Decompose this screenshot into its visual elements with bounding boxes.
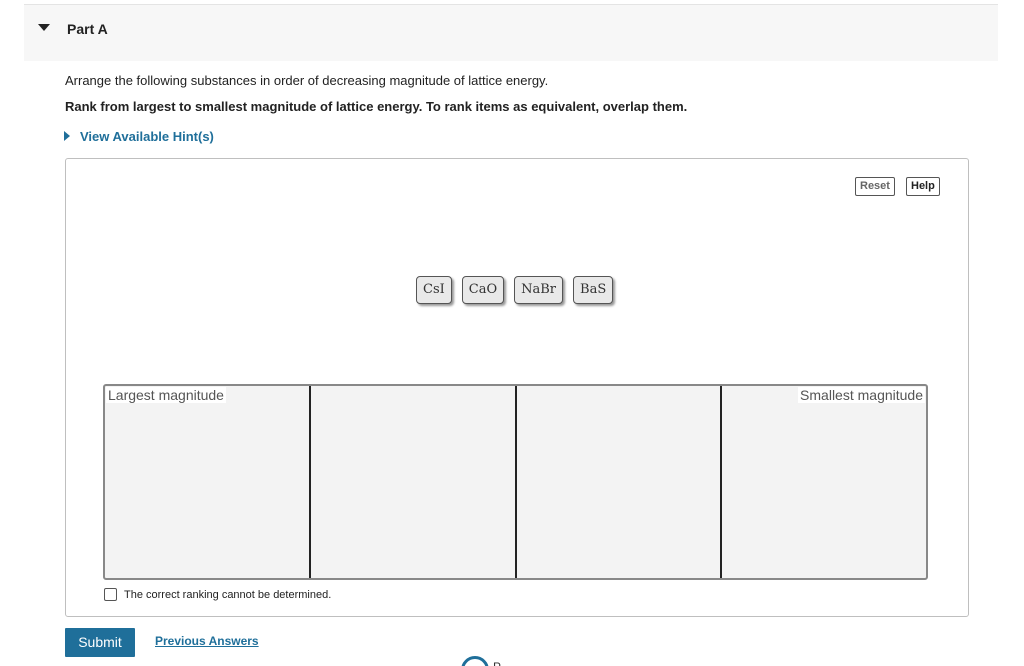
ranking-widget: Reset Help CsI CaO NaBr BaS Largest magn…	[65, 158, 969, 617]
largest-magnitude-label: Largest magnitude	[106, 387, 226, 403]
page: Part A Arrange the following substances …	[0, 0, 1024, 666]
ranking-items: CsI CaO NaBr BaS	[416, 276, 614, 304]
item-chip-bas[interactable]: BaS	[573, 276, 614, 304]
ranking-bin-4[interactable]: Smallest magnitude	[722, 386, 926, 578]
item-chip-cao[interactable]: CaO	[461, 276, 505, 304]
ranking-bin-3[interactable]	[517, 386, 723, 578]
submit-button[interactable]: Submit	[65, 628, 135, 657]
cannot-determine-checkbox[interactable]	[104, 588, 117, 601]
reset-button[interactable]: Reset	[855, 177, 895, 196]
item-chip-nabr[interactable]: NaBr	[514, 276, 564, 304]
view-hints-link[interactable]: View Available Hint(s)	[64, 129, 214, 144]
smallest-magnitude-label: Smallest magnitude	[798, 387, 925, 403]
feedback-label: P	[493, 660, 501, 666]
question-instruction-bold: Rank from largest to smallest magnitude …	[65, 99, 688, 114]
collapse-triangle-icon[interactable]	[38, 24, 50, 31]
hint-expand-arrow-icon	[64, 131, 70, 141]
previous-answers-link[interactable]: Previous Answers	[155, 634, 259, 648]
help-button[interactable]: Help	[906, 177, 940, 196]
question-instruction: Arrange the following substances in orde…	[65, 73, 549, 88]
hint-link-label: View Available Hint(s)	[80, 129, 214, 144]
cannot-determine-label: The correct ranking cannot be determined…	[124, 588, 332, 601]
part-header: Part A	[24, 4, 998, 61]
ranking-bin-2[interactable]	[311, 386, 517, 578]
ranking-bin-1[interactable]: Largest magnitude	[105, 386, 311, 578]
ranking-bins: Largest magnitude Smallest magnitude	[103, 384, 928, 580]
cannot-determine-option[interactable]: The correct ranking cannot be determined…	[104, 588, 331, 601]
item-chip-csi[interactable]: CsI	[416, 276, 452, 304]
part-title: Part A	[67, 21, 108, 37]
feedback-icon[interactable]	[461, 656, 489, 666]
